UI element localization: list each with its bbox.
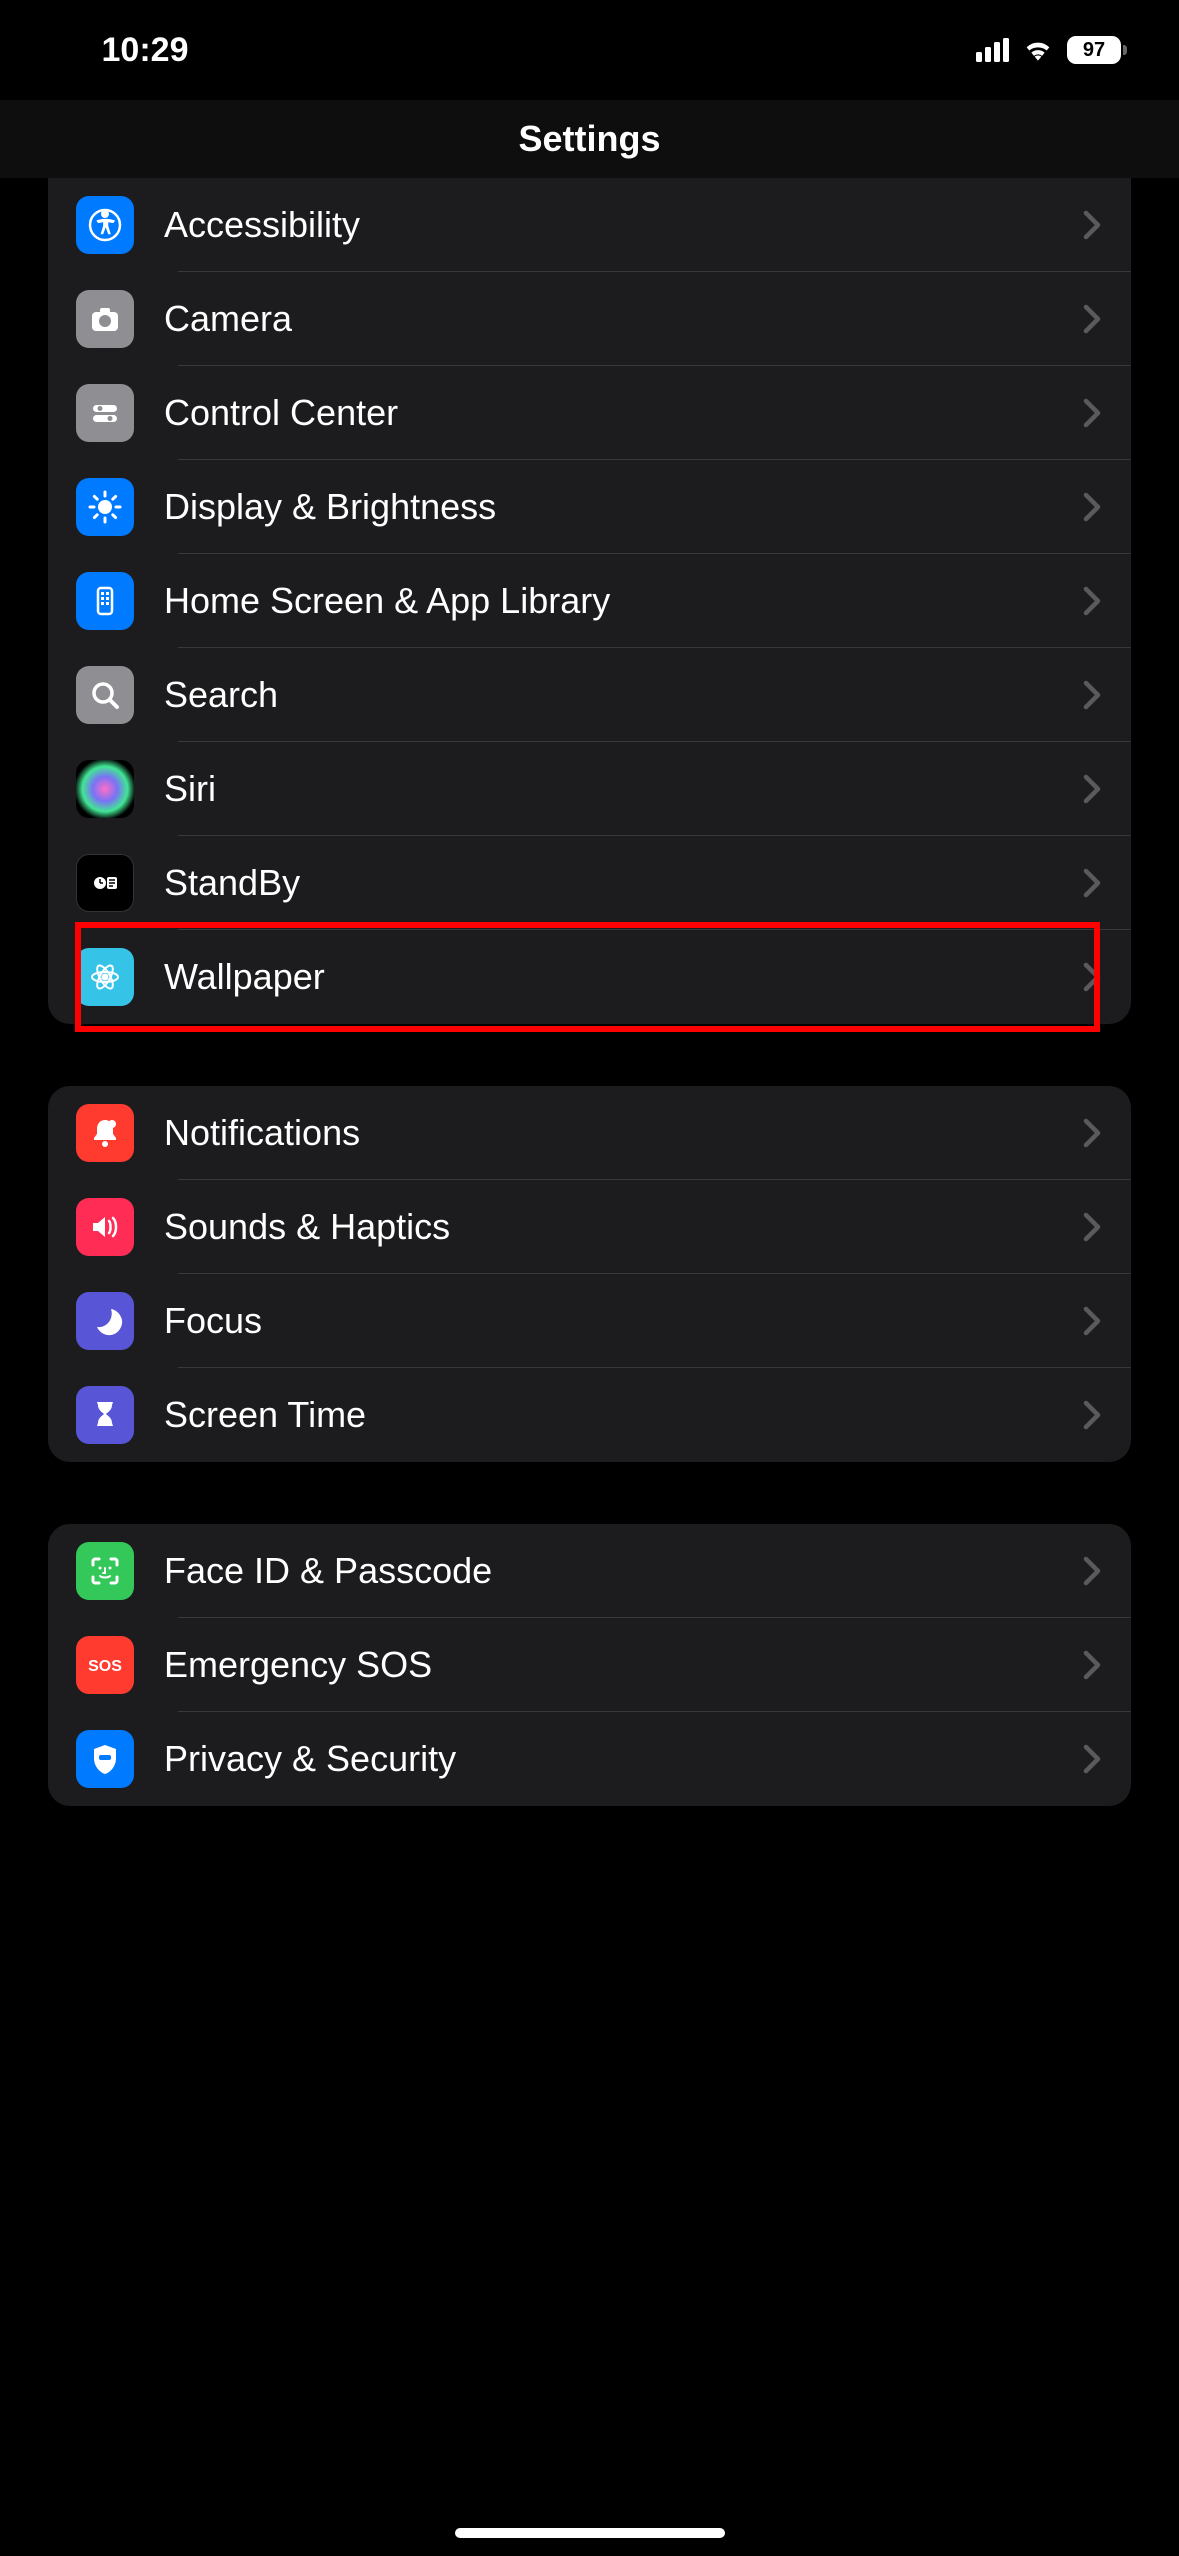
notifications-icon (76, 1104, 134, 1162)
row-label: Display & Brightness (164, 486, 1083, 528)
wallpaper-icon (76, 948, 134, 1006)
settings-row-home-screen[interactable]: Home Screen & App Library (48, 554, 1131, 648)
settings-row-wallpaper[interactable]: Wallpaper (48, 930, 1131, 1024)
row-label: Emergency SOS (164, 1644, 1083, 1686)
row-label: Home Screen & App Library (164, 580, 1083, 622)
settings-row-standby[interactable]: StandBy (48, 836, 1131, 930)
settings-row-privacy[interactable]: Privacy & Security (48, 1712, 1131, 1806)
chevron-right-icon (1083, 304, 1101, 334)
chevron-right-icon (1083, 680, 1101, 710)
standby-icon (76, 854, 134, 912)
wifi-icon (1021, 38, 1055, 62)
settings-row-accessibility[interactable]: Accessibility (48, 178, 1131, 272)
chevron-right-icon (1083, 1118, 1101, 1148)
row-label: Accessibility (164, 204, 1083, 246)
settings-row-screen-time[interactable]: Screen Time (48, 1368, 1131, 1462)
row-label: Screen Time (164, 1394, 1083, 1436)
sounds-icon (76, 1198, 134, 1256)
page-title: Settings (518, 118, 660, 160)
home-screen-icon (76, 572, 134, 630)
status-bar: 10:29 97 (0, 0, 1179, 100)
siri-icon (76, 760, 134, 818)
battery-indicator: 97 (1067, 36, 1127, 64)
chevron-right-icon (1083, 962, 1101, 992)
chevron-right-icon (1083, 1650, 1101, 1680)
row-label: Face ID & Passcode (164, 1550, 1083, 1592)
row-label: Privacy & Security (164, 1738, 1083, 1780)
row-label: Sounds & Haptics (164, 1206, 1083, 1248)
settings-row-notifications[interactable]: Notifications (48, 1086, 1131, 1180)
settings-row-search[interactable]: Search (48, 648, 1131, 742)
settings-row-siri[interactable]: Siri (48, 742, 1131, 836)
nav-header: Settings (0, 100, 1179, 178)
focus-icon (76, 1292, 134, 1350)
row-label: Camera (164, 298, 1083, 340)
camera-icon (76, 290, 134, 348)
chevron-right-icon (1083, 1212, 1101, 1242)
screen-time-icon (76, 1386, 134, 1444)
settings-row-camera[interactable]: Camera (48, 272, 1131, 366)
row-label: StandBy (164, 862, 1083, 904)
privacy-icon (76, 1730, 134, 1788)
settings-group: Face ID & Passcode Emergency SOS Privacy &… (48, 1524, 1131, 1806)
settings-group: Accessibility Camera Control Center Display… (48, 178, 1131, 1024)
chevron-right-icon (1083, 586, 1101, 616)
settings-row-sounds[interactable]: Sounds & Haptics (48, 1180, 1131, 1274)
status-time: 10:29 (0, 31, 290, 70)
chevron-right-icon (1083, 1744, 1101, 1774)
chevron-right-icon (1083, 1400, 1101, 1430)
brightness-icon (76, 478, 134, 536)
chevron-right-icon (1083, 492, 1101, 522)
settings-row-face-id[interactable]: Face ID & Passcode (48, 1524, 1131, 1618)
row-label: Control Center (164, 392, 1083, 434)
control-center-icon (76, 384, 134, 442)
row-label: Siri (164, 768, 1083, 810)
accessibility-icon (76, 196, 134, 254)
cellular-signal-icon (976, 38, 1009, 62)
chevron-right-icon (1083, 398, 1101, 428)
face-id-icon (76, 1542, 134, 1600)
chevron-right-icon (1083, 774, 1101, 804)
status-indicators: 97 (976, 36, 1127, 64)
home-indicator[interactable] (455, 2528, 725, 2538)
row-label: Focus (164, 1300, 1083, 1342)
settings-row-focus[interactable]: Focus (48, 1274, 1131, 1368)
chevron-right-icon (1083, 1556, 1101, 1586)
settings-row-control-center[interactable]: Control Center (48, 366, 1131, 460)
row-label: Notifications (164, 1112, 1083, 1154)
settings-row-emergency-sos[interactable]: Emergency SOS (48, 1618, 1131, 1712)
chevron-right-icon (1083, 210, 1101, 240)
search-icon (76, 666, 134, 724)
row-label: Wallpaper (164, 956, 1083, 998)
chevron-right-icon (1083, 868, 1101, 898)
settings-row-display-brightness[interactable]: Display & Brightness (48, 460, 1131, 554)
settings-group: Notifications Sounds & Haptics Focus Screen… (48, 1086, 1131, 1462)
chevron-right-icon (1083, 1306, 1101, 1336)
sos-icon (76, 1636, 134, 1694)
row-label: Search (164, 674, 1083, 716)
battery-level: 97 (1067, 36, 1121, 64)
